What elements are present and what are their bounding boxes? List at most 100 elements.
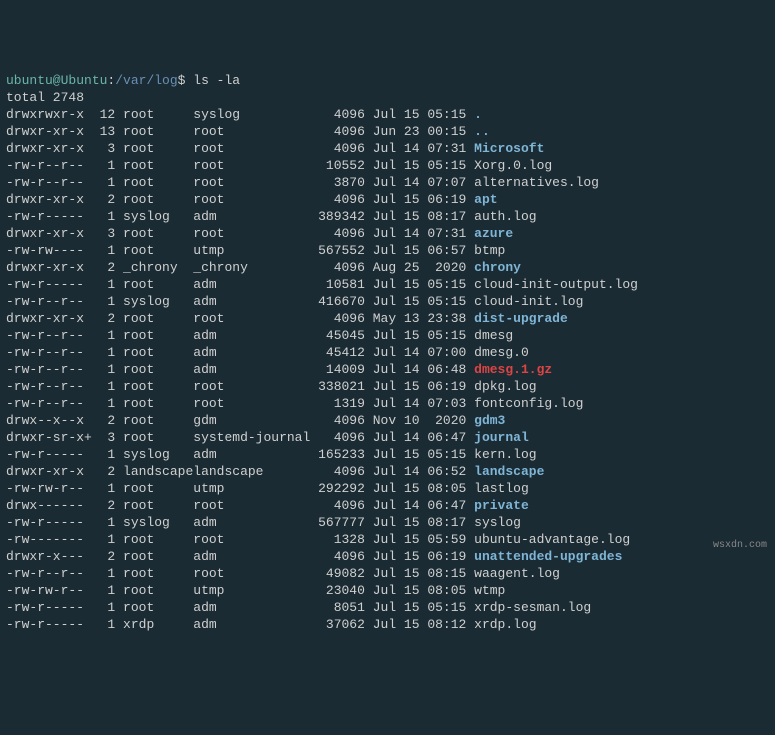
list-item: -rw-rw---- 1 root utmp 567552 Jul 15 06:…	[6, 242, 769, 259]
file-owner: landscape	[123, 464, 193, 479]
total-line: total 2748	[6, 89, 769, 106]
file-links: 1	[92, 515, 115, 530]
terminal-output[interactable]: ubuntu@Ubuntu:/var/log$ ls -latotal 2748…	[6, 72, 769, 633]
file-group: root	[193, 226, 310, 241]
list-item: -rw-r--r-- 1 syslog adm 416670 Jul 15 05…	[6, 293, 769, 310]
file-group: systemd-journal	[193, 430, 310, 445]
file-perms: -rw-r--r--	[6, 175, 92, 190]
file-group: root	[193, 192, 310, 207]
file-group: adm	[193, 362, 310, 377]
file-owner: root	[123, 277, 193, 292]
file-links: 1	[92, 209, 115, 224]
file-links: 1	[92, 481, 115, 496]
file-perms: -rw-r--r--	[6, 379, 92, 394]
file-date: Jul 15 05:15	[373, 294, 467, 309]
list-item: -rw-r--r-- 1 root root 3870 Jul 14 07:07…	[6, 174, 769, 191]
file-size: 1319	[310, 396, 365, 411]
file-name: auth.log	[474, 209, 536, 224]
list-item: -rw-r--r-- 1 root root 338021 Jul 15 06:…	[6, 378, 769, 395]
file-perms: -rw-r-----	[6, 447, 92, 462]
file-links: 12	[92, 107, 115, 122]
file-date: Jul 14 07:31	[373, 226, 467, 241]
file-date: Jul 15 05:15	[373, 447, 467, 462]
list-item: -rw-rw-r-- 1 root utmp 23040 Jul 15 08:0…	[6, 582, 769, 599]
file-date: Jul 14 07:00	[373, 345, 467, 360]
file-group: gdm	[193, 413, 310, 428]
file-size: 416670	[310, 294, 365, 309]
list-item: -rw-r--r-- 1 root adm 45045 Jul 15 05:15…	[6, 327, 769, 344]
file-name: btmp	[474, 243, 505, 258]
file-date: Jul 14 07:07	[373, 175, 467, 190]
file-group: adm	[193, 209, 310, 224]
file-links: 2	[92, 413, 115, 428]
list-item: drwx--x--x 2 root gdm 4096 Nov 10 2020 g…	[6, 412, 769, 429]
file-owner: root	[123, 243, 193, 258]
file-date: Jul 14 06:52	[373, 464, 467, 479]
file-perms: drwxr-xr-x	[6, 311, 92, 326]
file-name: alternatives.log	[474, 175, 599, 190]
list-item: drwxrwxr-x 12 root syslog 4096 Jul 15 05…	[6, 106, 769, 123]
file-owner: xrdp	[123, 617, 193, 632]
file-size: 4096	[310, 498, 365, 513]
file-size: 338021	[310, 379, 365, 394]
file-name: ubuntu-advantage.log	[474, 532, 630, 547]
file-group: root	[193, 175, 310, 190]
file-links: 2	[92, 192, 115, 207]
list-item: -rw-r----- 1 root adm 10581 Jul 15 05:15…	[6, 276, 769, 293]
file-group: root	[193, 158, 310, 173]
file-name: waagent.log	[474, 566, 560, 581]
file-perms: -rw-r--r--	[6, 345, 92, 360]
file-owner: root	[123, 481, 193, 496]
file-owner: _chrony	[123, 260, 193, 275]
file-links: 13	[92, 124, 115, 139]
file-owner: root	[123, 379, 193, 394]
file-perms: -rw-r--r--	[6, 566, 92, 581]
file-size: 4096	[310, 107, 365, 122]
file-name: lastlog	[474, 481, 529, 496]
file-group: root	[193, 566, 310, 581]
file-owner: root	[123, 413, 193, 428]
file-group: syslog	[193, 107, 310, 122]
prompt-line: ubuntu@Ubuntu:/var/log$ ls -la	[6, 72, 769, 89]
file-owner: root	[123, 345, 193, 360]
file-size: 49082	[310, 566, 365, 581]
file-perms: -rw-r-----	[6, 600, 92, 615]
file-owner: root	[123, 362, 193, 377]
file-group: adm	[193, 447, 310, 462]
list-item: -rw-r--r-- 1 root adm 45412 Jul 14 07:00…	[6, 344, 769, 361]
file-group: utmp	[193, 481, 310, 496]
file-size: 292292	[310, 481, 365, 496]
file-links: 1	[92, 345, 115, 360]
file-group: adm	[193, 617, 310, 632]
file-name: dmesg.0	[474, 345, 529, 360]
prompt-path: /var/log	[115, 73, 177, 88]
file-perms: -rw-r-----	[6, 277, 92, 292]
file-links: 3	[92, 430, 115, 445]
file-owner: root	[123, 600, 193, 615]
file-group: root	[193, 141, 310, 156]
file-size: 4096	[310, 311, 365, 326]
file-owner: root	[123, 430, 193, 445]
file-size: 567777	[310, 515, 365, 530]
list-item: -rw-r--r-- 1 root root 49082 Jul 15 08:1…	[6, 565, 769, 582]
file-date: Jul 15 05:15	[373, 328, 467, 343]
list-item: -rw-r----- 1 syslog adm 567777 Jul 15 08…	[6, 514, 769, 531]
file-size: 4096	[310, 141, 365, 156]
file-name: dmesg.1.gz	[474, 362, 552, 377]
command-text: ls -la	[193, 73, 240, 88]
file-name: cloud-init-output.log	[474, 277, 638, 292]
list-item: -rw-r--r-- 1 root adm 14009 Jul 14 06:48…	[6, 361, 769, 378]
file-group: utmp	[193, 243, 310, 258]
file-name: dmesg	[474, 328, 513, 343]
file-name: cloud-init.log	[474, 294, 583, 309]
file-date: Jun 23 00:15	[373, 124, 467, 139]
file-owner: root	[123, 566, 193, 581]
file-name: .	[474, 107, 482, 122]
prompt-userhost: ubuntu@Ubuntu	[6, 73, 107, 88]
file-date: Jul 15 08:05	[373, 583, 467, 598]
file-size: 1328	[310, 532, 365, 547]
file-size: 567552	[310, 243, 365, 258]
file-group: _chrony	[193, 260, 310, 275]
file-perms: drwxr-xr-x	[6, 192, 92, 207]
file-perms: drwx------	[6, 498, 92, 513]
